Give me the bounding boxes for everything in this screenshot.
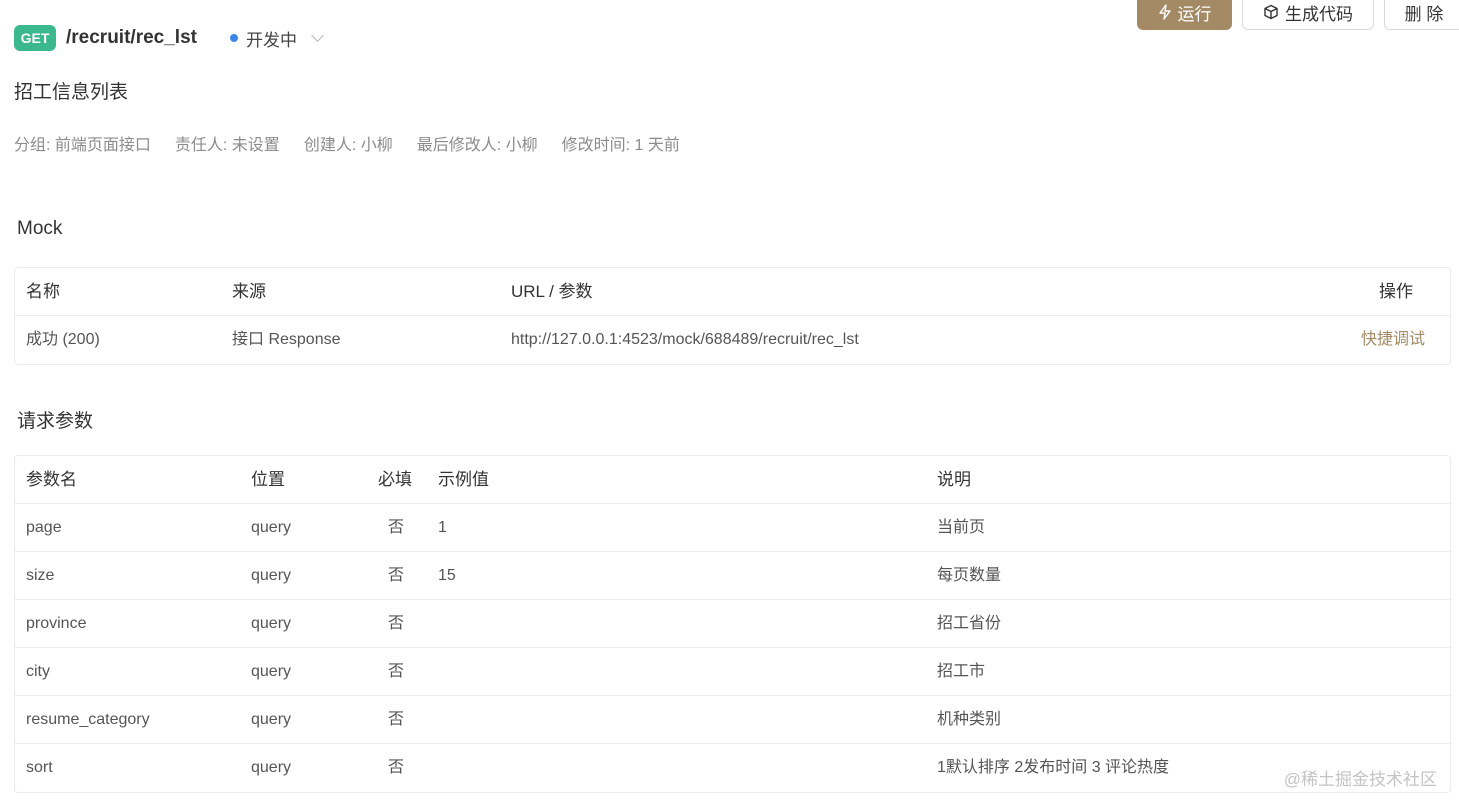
param-required: 否 xyxy=(388,519,405,536)
meta-owner: 责任人: 未设置 xyxy=(174,137,280,154)
chevron-down-icon xyxy=(311,28,324,42)
meta-last-modifier: 最后修改人: 小柳 xyxy=(416,137,538,154)
param-in: query xyxy=(251,615,292,632)
params-col-desc: 说明 xyxy=(937,470,971,489)
generate-code-button[interactable]: 生成代码 xyxy=(1242,0,1374,30)
cube-icon xyxy=(1264,4,1278,20)
params-table: 参数名 位置 必填 示例值 说明 page query 否 1 当前页 size… xyxy=(14,455,1451,793)
params-col-required: 必填 xyxy=(378,470,412,489)
param-name: sort xyxy=(26,759,53,776)
params-col-example: 示例值 xyxy=(438,470,489,489)
params-table-header: 参数名 位置 必填 示例值 说明 xyxy=(15,456,1450,504)
mock-col-name: 名称 xyxy=(26,282,60,301)
meta-creator: 创建人: 小柳 xyxy=(303,137,393,154)
mock-name: 成功 (200) xyxy=(26,331,100,348)
param-name: city xyxy=(26,663,50,680)
param-required: 否 xyxy=(388,615,405,632)
param-in: query xyxy=(251,759,292,776)
mock-col-source: 来源 xyxy=(232,282,266,301)
param-in: query xyxy=(251,663,292,680)
method-badge: GET xyxy=(14,25,56,51)
param-in: query xyxy=(251,567,292,584)
params-col-name: 参数名 xyxy=(26,470,77,489)
param-in: query xyxy=(251,519,292,536)
mock-source: 接口 Response xyxy=(232,331,341,348)
table-row: page query 否 1 当前页 xyxy=(15,504,1450,552)
param-required: 否 xyxy=(388,759,405,776)
meta-info: 分组: 前端页面接口 责任人: 未设置 创建人: 小柳 最后修改人: 小柳 修改… xyxy=(14,131,680,155)
param-name: size xyxy=(26,567,55,584)
status-dot-icon xyxy=(230,34,238,42)
api-path: /recruit/rec_lst xyxy=(66,27,197,48)
mock-col-action: 操作 xyxy=(1379,282,1413,301)
param-desc: 1默认排序 2发布时间 3 评论热度 xyxy=(937,759,1170,776)
param-name: page xyxy=(26,519,62,536)
watermark: @稀土掘金技术社区 xyxy=(1283,770,1437,789)
param-desc: 招工市 xyxy=(937,663,986,680)
param-required: 否 xyxy=(388,663,405,680)
mock-col-url: URL / 参数 xyxy=(511,282,593,301)
param-required: 否 xyxy=(388,567,405,584)
lightning-icon xyxy=(1158,4,1171,20)
param-desc: 机种类别 xyxy=(937,711,1002,728)
meta-modified-time: 修改时间: 1 天前 xyxy=(561,137,680,154)
mock-table-header: 名称 来源 URL / 参数 操作 xyxy=(15,268,1450,316)
delete-button-label: 删 除 xyxy=(1404,4,1444,24)
quick-debug-link[interactable]: 快捷调试 xyxy=(1361,316,1425,363)
generate-code-label: 生成代码 xyxy=(1285,4,1353,24)
table-row: resume_category query 否 机种类别 xyxy=(15,696,1450,744)
mock-section-title: Mock xyxy=(17,218,63,239)
param-desc: 招工省份 xyxy=(937,615,1002,632)
table-row: 成功 (200) 接口 Response http://127.0.0.1:45… xyxy=(15,316,1450,364)
status-label: 开发中 xyxy=(246,30,297,50)
param-name: resume_category xyxy=(26,711,150,728)
param-in: query xyxy=(251,711,292,728)
param-name: province xyxy=(26,615,87,632)
param-desc: 每页数量 xyxy=(937,567,1002,584)
mock-table: 名称 来源 URL / 参数 操作 成功 (200) 接口 Response h… xyxy=(14,267,1451,365)
param-example: 1 xyxy=(438,519,447,536)
api-detail-page: GET /recruit/rec_lst 开发中 运行 生成代码 删 除 招工信… xyxy=(0,0,1459,810)
mock-url[interactable]: http://127.0.0.1:4523/mock/688489/recrui… xyxy=(511,316,859,363)
table-row: sort query 否 1默认排序 2发布时间 3 评论热度 xyxy=(15,744,1450,792)
page-title: 招工信息列表 xyxy=(14,82,129,103)
run-button-label: 运行 xyxy=(1177,4,1212,24)
param-example: 15 xyxy=(438,567,456,584)
delete-button[interactable]: 删 除 xyxy=(1384,0,1459,30)
table-row: province query 否 招工省份 xyxy=(15,600,1450,648)
params-col-in: 位置 xyxy=(251,470,285,489)
table-row: size query 否 15 每页数量 xyxy=(15,552,1450,600)
run-button[interactable]: 运行 xyxy=(1137,0,1232,30)
meta-group: 分组: 前端页面接口 xyxy=(14,137,151,154)
param-required: 否 xyxy=(388,711,405,728)
status-dropdown[interactable]: 开发中 xyxy=(230,24,324,52)
table-row: city query 否 招工市 xyxy=(15,648,1450,696)
params-section-title: 请求参数 xyxy=(17,411,94,432)
param-desc: 当前页 xyxy=(937,519,986,536)
